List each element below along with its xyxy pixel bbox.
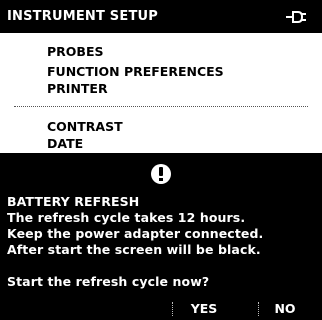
softkey-divider xyxy=(258,302,259,316)
exclamation-icon xyxy=(151,164,171,184)
softkey-row: YES NO xyxy=(0,298,322,320)
title-bar: INSTRUMENT SETUP xyxy=(0,0,322,33)
softkey-divider xyxy=(172,302,173,316)
menu-item-probes[interactable]: PROBES xyxy=(47,44,103,59)
no-button[interactable]: NO xyxy=(262,298,308,320)
menu-item-contrast[interactable]: CONTRAST xyxy=(47,119,123,134)
dialog-message-line-1: The refresh cycle takes 12 hours. xyxy=(7,210,246,225)
setup-menu: PROBES FUNCTION PREFERENCES PRINTER CONT… xyxy=(0,33,322,153)
dialog-message-line-3: After start the screen will be black. xyxy=(7,242,261,257)
menu-item-function-preferences[interactable]: FUNCTION PREFERENCES xyxy=(47,64,224,79)
menu-item-printer[interactable]: PRINTER xyxy=(47,81,108,96)
battery-refresh-dialog: BATTERY REFRESH The refresh cycle takes … xyxy=(0,153,322,320)
dialog-message-line-2: Keep the power adapter connected. xyxy=(7,226,264,241)
yes-button[interactable]: YES xyxy=(176,298,232,320)
dialog-title: BATTERY REFRESH xyxy=(7,194,140,209)
screen-title: INSTRUMENT SETUP xyxy=(7,9,158,24)
dialog-question: Start the refresh cycle now? xyxy=(7,274,210,289)
power-plug-icon xyxy=(286,11,306,23)
instrument-screen: INSTRUMENT SETUP PROBES FUNCTION PREFERE… xyxy=(0,0,322,320)
menu-item-date[interactable]: DATE xyxy=(47,136,83,151)
menu-divider xyxy=(14,106,308,107)
